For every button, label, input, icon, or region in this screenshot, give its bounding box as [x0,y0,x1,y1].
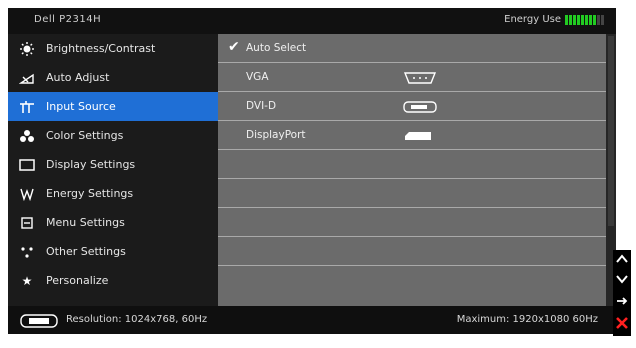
displayport-icon [403,130,437,145]
energy-use-label: Energy Use [504,14,561,25]
checkmark-icon: ✔ [228,39,240,55]
menu-item-input-source[interactable]: Input Source [8,92,218,121]
empty-row [218,179,606,208]
menu-settings-icon [18,216,36,230]
menu-item-color-settings[interactable]: Color Settings [8,121,218,150]
empty-row [218,150,606,179]
empty-row [218,266,606,295]
menu-item-display-settings[interactable]: Display Settings [8,150,218,179]
menu-item-label: Energy Settings [46,187,134,200]
menu-item-menu-settings[interactable]: Menu Settings [8,208,218,237]
sidebar-menu: Brightness/Contrast Auto Adjust Input So… [8,34,218,306]
menu-item-label: Input Source [46,100,116,113]
option-label: Auto Select [246,42,307,54]
option-label: VGA [246,71,269,83]
menu-item-label: Other Settings [46,245,126,258]
star-icon: ★ [21,273,33,288]
menu-item-auto-adjust[interactable]: Auto Adjust [8,63,218,92]
option-label: DVI-D [246,100,277,112]
menu-item-label: Menu Settings [46,216,125,229]
dvi-port-icon [403,101,437,116]
option-label: DisplayPort [246,129,306,141]
menu-item-label: Auto Adjust [46,71,110,84]
menu-item-brightness-contrast[interactable]: Brightness/Contrast [8,34,218,63]
input-source-panel: ✔ Auto Select VGA DVI-D DisplayPort [218,34,606,306]
scrollbar-thumb[interactable] [608,36,614,226]
menu-item-energy-settings[interactable]: Energy Settings [8,179,218,208]
display-settings-icon [18,158,36,172]
down-arrow-icon[interactable] [613,270,631,288]
exit-icon[interactable] [613,314,631,332]
menu-item-label: Personalize [46,274,109,287]
vga-port-icon [403,72,437,87]
up-arrow-icon[interactable] [613,250,631,268]
maximum-resolution: Maximum: 1920x1080 60Hz [456,314,598,325]
option-dvi-d[interactable]: DVI-D [218,92,606,121]
menu-item-label: Color Settings [46,129,124,142]
menu-item-label: Display Settings [46,158,136,171]
title-bar: Dell P2314H Energy Use [8,8,616,34]
color-settings-icon [18,129,36,143]
auto-adjust-icon [18,71,36,85]
dvi-connector-icon [20,313,58,332]
other-settings-icon [18,245,36,259]
status-footer: Resolution: 1024x768, 60Hz Maximum: 1920… [8,306,616,334]
option-vga[interactable]: VGA [218,63,606,92]
menu-item-label: Brightness/Contrast [46,42,156,55]
energy-settings-icon [18,187,36,201]
current-resolution: Resolution: 1024x768, 60Hz [66,314,208,325]
brightness-icon [18,41,36,56]
option-displayport[interactable]: DisplayPort [218,121,606,150]
menu-item-personalize[interactable]: ★ Personalize [8,266,218,295]
osd-menu: Dell P2314H Energy Use Brightness/Contra… [8,8,616,334]
right-arrow-icon[interactable] [613,292,631,310]
energy-use: Energy Use [504,14,604,25]
menu-item-other-settings[interactable]: Other Settings [8,237,218,266]
empty-row [218,208,606,237]
button-guide [613,250,631,336]
input-source-icon [18,100,36,114]
empty-row [218,237,606,266]
monitor-model: Dell P2314H [34,14,102,25]
energy-meter [565,14,604,25]
option-auto-select[interactable]: ✔ Auto Select [218,34,606,63]
